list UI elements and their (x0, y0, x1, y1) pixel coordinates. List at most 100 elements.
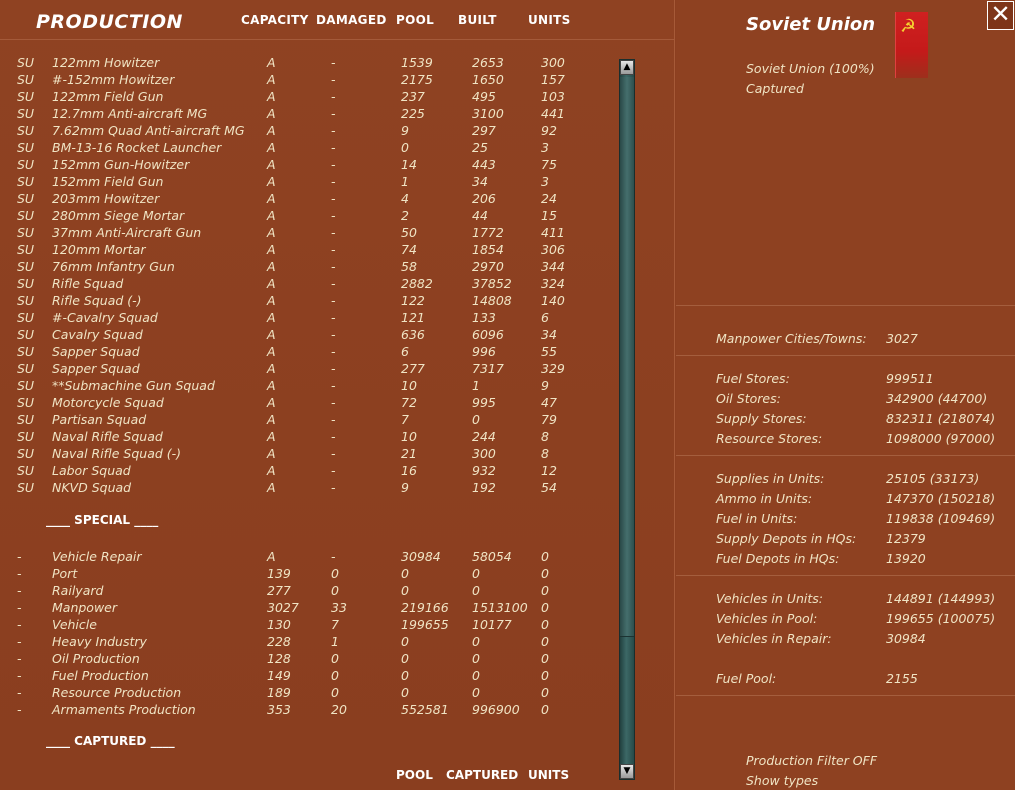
footer-header-pool[interactable]: POOL (396, 768, 433, 782)
cell-pool: 219166 (401, 600, 449, 615)
cell-units: 0 (541, 702, 549, 717)
cell-name: Sapper Squad (52, 361, 140, 376)
column-header-damaged[interactable]: DAMAGED (316, 13, 387, 27)
table-row[interactable]: SU 7.62mm Quad Anti-aircraft MG A - 9 297 92 (0, 122, 615, 139)
cell-damaged: - (331, 276, 336, 291)
cell-nation: SU (17, 72, 35, 87)
cell-damaged: 7 (331, 617, 339, 632)
cell-damaged: - (331, 361, 336, 376)
scroll-down-button[interactable]: ▼ (620, 764, 634, 779)
table-row[interactable]: - Vehicle 130 7 199655 10177 0 (0, 616, 615, 633)
table-row[interactable]: SU **Submachine Gun Squad A - 10 1 9 (0, 377, 615, 394)
table-row[interactable]: SU Partisan Squad A - 7 0 79 (0, 411, 615, 428)
cell-damaged: - (331, 259, 336, 274)
table-row[interactable]: SU Rifle Squad (-) A - 122 14808 140 (0, 292, 615, 309)
divider (676, 695, 1015, 696)
table-row[interactable]: SU BM-13-16 Rocket Launcher A - 0 25 3 (0, 139, 615, 156)
cell-units: 47 (541, 395, 557, 410)
table-row[interactable]: - Oil Production 128 0 0 0 0 (0, 650, 615, 667)
cell-nation: SU (17, 123, 35, 138)
arrow-up-icon: ▲ (623, 62, 631, 72)
cell-name: Naval Rifle Squad (52, 429, 163, 444)
table-row[interactable]: SU Labor Squad A - 16 932 12 (0, 462, 615, 479)
close-button[interactable]: ✕ (987, 1, 1014, 30)
stat-value: 999511 (886, 371, 934, 386)
table-row[interactable]: - Vehicle Repair A - 30984 58054 0 (0, 548, 615, 565)
column-header-pool[interactable]: POOL (396, 13, 434, 27)
table-row[interactable]: SU 120mm Mortar A - 74 1854 306 (0, 241, 615, 258)
table-row[interactable]: SU 280mm Siege Mortar A - 2 44 15 (0, 207, 615, 224)
cell-units: 3 (541, 174, 549, 189)
cell-nation: SU (17, 395, 35, 410)
table-row[interactable]: SU 203mm Howitzer A - 4 206 24 (0, 190, 615, 207)
cell-damaged: - (331, 140, 336, 155)
table-row[interactable]: SU 76mm Infantry Gun A - 58 2970 344 (0, 258, 615, 275)
scroll-thumb[interactable] (620, 77, 634, 637)
cell-name: 76mm Infantry Gun (52, 259, 175, 274)
footer-header-captured[interactable]: CAPTURED (446, 768, 518, 782)
cell-built: 1772 (472, 225, 504, 240)
cell-built: 996900 (472, 702, 520, 717)
table-row[interactable]: - Resource Production 189 0 0 0 0 (0, 684, 615, 701)
cell-capacity: A (267, 344, 276, 359)
footer-header-units[interactable]: UNITS (528, 768, 569, 782)
table-row[interactable]: SU 122mm Howitzer A - 1539 2653 300 (0, 54, 615, 71)
cell-units: 79 (541, 412, 557, 427)
cell-pool: 636 (401, 327, 425, 342)
cell-name: Oil Production (52, 651, 140, 666)
cell-capacity: A (267, 446, 276, 461)
table-row[interactable]: - Railyard 277 0 0 0 0 (0, 582, 615, 599)
column-header-built[interactable]: BUILT (458, 13, 497, 27)
cell-damaged: 0 (331, 668, 339, 683)
cell-capacity: A (267, 378, 276, 393)
cell-damaged: - (331, 123, 336, 138)
table-row[interactable]: SU Cavalry Squad A - 636 6096 34 (0, 326, 615, 343)
column-header-capacity[interactable]: CAPACITY (241, 13, 309, 27)
table-row[interactable]: SU Naval Rifle Squad (-) A - 21 300 8 (0, 445, 615, 462)
cell-name: Vehicle (52, 617, 97, 632)
table-row[interactable]: SU NKVD Squad A - 9 192 54 (0, 479, 615, 496)
table-row[interactable]: - Fuel Production 149 0 0 0 0 (0, 667, 615, 684)
cell-units: 3 (541, 140, 549, 155)
table-row[interactable]: SU 122mm Field Gun A - 237 495 103 (0, 88, 615, 105)
scroll-up-button[interactable]: ▲ (620, 60, 634, 75)
cell-pool: 10 (401, 378, 417, 393)
cell-capacity: A (267, 429, 276, 444)
table-row[interactable]: SU Rifle Squad A - 2882 37852 324 (0, 275, 615, 292)
stat-value: 1098000 (97000) (886, 431, 996, 446)
table-row[interactable]: SU Naval Rifle Squad A - 10 244 8 (0, 428, 615, 445)
cell-damaged: - (331, 446, 336, 461)
cell-nation: SU (17, 191, 35, 206)
cell-capacity: 128 (267, 651, 291, 666)
table-row[interactable]: SU 152mm Field Gun A - 1 34 3 (0, 173, 615, 190)
stat-value: 3027 (886, 331, 918, 346)
cell-units: 12 (541, 463, 557, 478)
table-row[interactable]: - Manpower 3027 33 219166 1513100 0 (0, 599, 615, 616)
cell-units: 24 (541, 191, 557, 206)
table-row[interactable]: SU 12.7mm Anti-aircraft MG A - 225 3100 441 (0, 105, 615, 122)
column-header-units[interactable]: UNITS (528, 13, 571, 27)
table-row[interactable]: SU #-152mm Howitzer A - 2175 1650 157 (0, 71, 615, 88)
show-types-toggle[interactable]: Show types (746, 773, 818, 788)
table-row[interactable]: SU Motorcycle Squad A - 72 995 47 (0, 394, 615, 411)
close-icon: ✕ (990, 0, 1011, 28)
hammer-sickle-icon: ☭ (900, 16, 917, 37)
table-row[interactable]: SU Sapper Squad A - 6 996 55 (0, 343, 615, 360)
production-filter-toggle[interactable]: Production Filter OFF (746, 753, 877, 768)
table-row[interactable]: SU Sapper Squad A - 277 7317 329 (0, 360, 615, 377)
table-row[interactable]: SU 152mm Gun-Howitzer A - 14 443 75 (0, 156, 615, 173)
cell-damaged: 0 (331, 685, 339, 700)
cell-units: 92 (541, 123, 557, 138)
stat-value: 147370 (150218) (886, 491, 996, 506)
table-row[interactable]: - Armaments Production 353 20 552581 996900 0 (0, 701, 615, 718)
table-row[interactable]: - Port 139 0 0 0 0 (0, 565, 615, 582)
vertical-scrollbar[interactable]: ▲ ▼ (619, 59, 635, 780)
table-row[interactable]: - Heavy Industry 228 1 0 0 0 (0, 633, 615, 650)
cell-capacity: A (267, 140, 276, 155)
table-row[interactable]: SU 37mm Anti-Aircraft Gun A - 50 1772 411 (0, 224, 615, 241)
cell-capacity: A (267, 174, 276, 189)
cell-damaged: - (331, 549, 336, 564)
table-row[interactable]: SU #-Cavalry Squad A - 121 133 6 (0, 309, 615, 326)
cell-damaged: 33 (331, 600, 347, 615)
cell-damaged: - (331, 55, 336, 70)
